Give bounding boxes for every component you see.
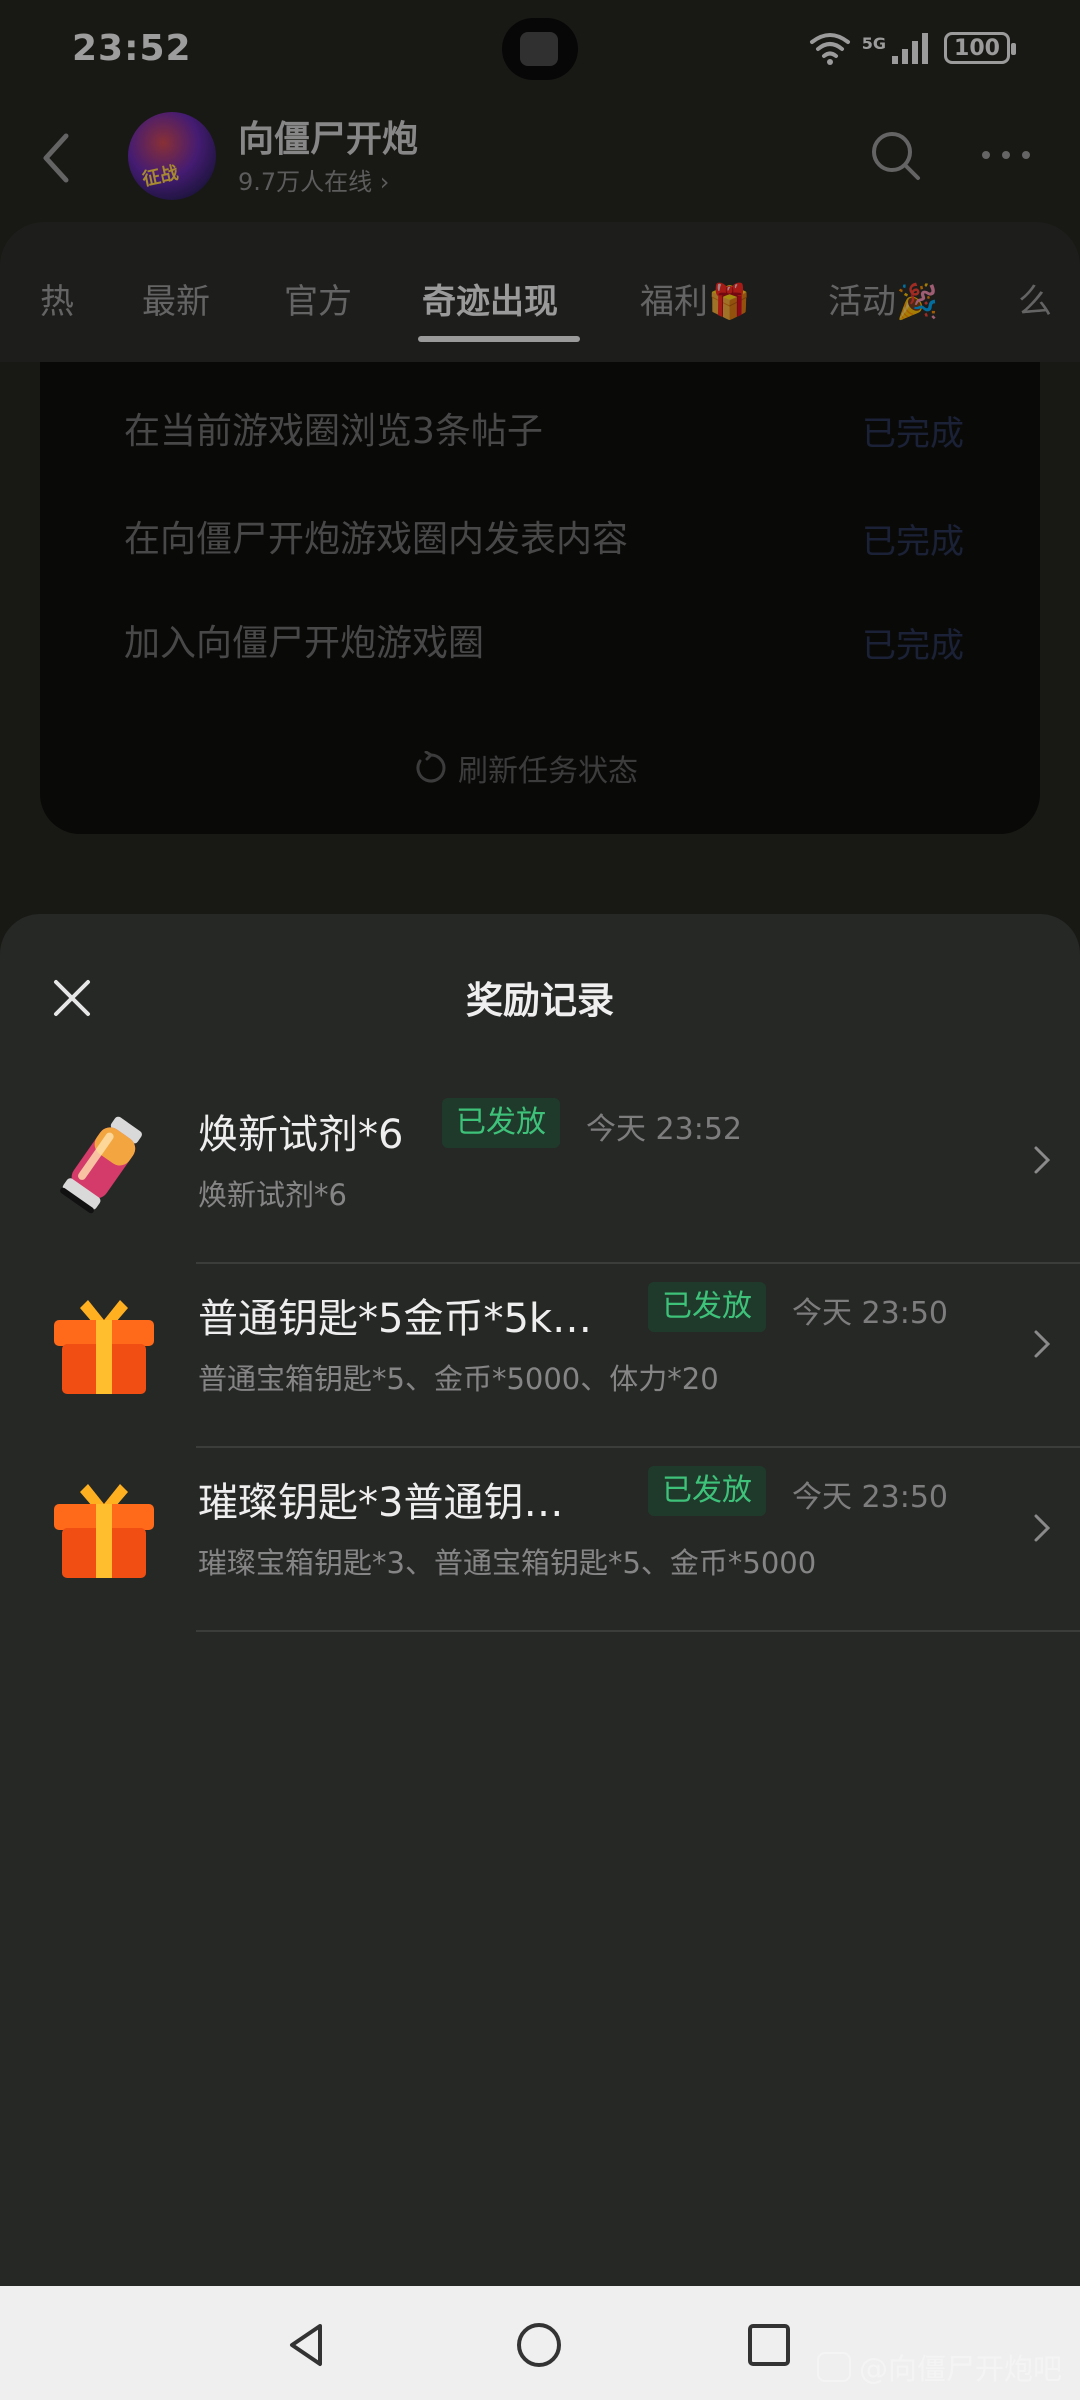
nav-back-icon[interactable] bbox=[282, 2320, 332, 2370]
reward-item[interactable]: 焕新试剂*6 已发放 今天 23:52 焕新试剂*6 bbox=[0, 1052, 1080, 1236]
gift-box-icon bbox=[54, 1300, 154, 1394]
potion-icon bbox=[60, 1116, 142, 1214]
reward-status-badge: 已发放 bbox=[648, 1282, 766, 1332]
reward-description: 普通宝箱钥匙*5、金币*5000、体力*20 bbox=[198, 1362, 719, 1396]
nav-recent-apps-icon[interactable] bbox=[744, 2320, 794, 2370]
chevron-right-icon bbox=[1034, 1514, 1051, 1542]
watermark-text: @向僵尸开炮吧 bbox=[858, 2352, 1062, 2386]
reward-time: 今天 23:52 bbox=[586, 1112, 742, 1147]
divider bbox=[196, 1630, 1080, 1632]
chevron-right-icon bbox=[1034, 1330, 1051, 1358]
reward-description: 焕新试剂*6 bbox=[198, 1178, 347, 1212]
chevron-right-icon bbox=[1034, 1146, 1051, 1174]
reward-time: 今天 23:50 bbox=[792, 1480, 948, 1515]
reward-item[interactable]: 普通钥匙*5金币*5k… 已发放 今天 23:50 普通宝箱钥匙*5、金币*50… bbox=[0, 1236, 1080, 1420]
watermark: @向僵尸开炮吧 bbox=[816, 2346, 1062, 2388]
sheet-title: 奖励记录 bbox=[466, 979, 614, 1022]
reward-item[interactable]: 璀璨钥匙*3普通钥… 已发放 今天 23:50 璀璨宝箱钥匙*3、普通宝箱钥匙*… bbox=[0, 1420, 1080, 1604]
reward-record-sheet: 奖励记录 焕新试剂*6 已发放 今天 23:52 焕新试剂*6 普通钥匙*5金币… bbox=[0, 914, 1080, 2286]
reward-status-badge: 已发放 bbox=[442, 1098, 560, 1148]
reward-title: 璀璨钥匙*3普通钥… bbox=[198, 1480, 564, 1526]
reward-title: 普通钥匙*5金币*5k… bbox=[198, 1296, 593, 1342]
reward-time: 今天 23:50 bbox=[792, 1296, 948, 1331]
reward-description: 璀璨宝箱钥匙*3、普通宝箱钥匙*5、金币*5000 bbox=[198, 1546, 817, 1580]
weibo-logo-icon bbox=[816, 2352, 851, 2382]
reward-status-badge: 已发放 bbox=[648, 1466, 766, 1516]
nav-home-icon[interactable] bbox=[514, 2320, 564, 2370]
reward-title: 焕新试剂*6 bbox=[198, 1112, 404, 1158]
gift-box-icon bbox=[54, 1484, 154, 1578]
